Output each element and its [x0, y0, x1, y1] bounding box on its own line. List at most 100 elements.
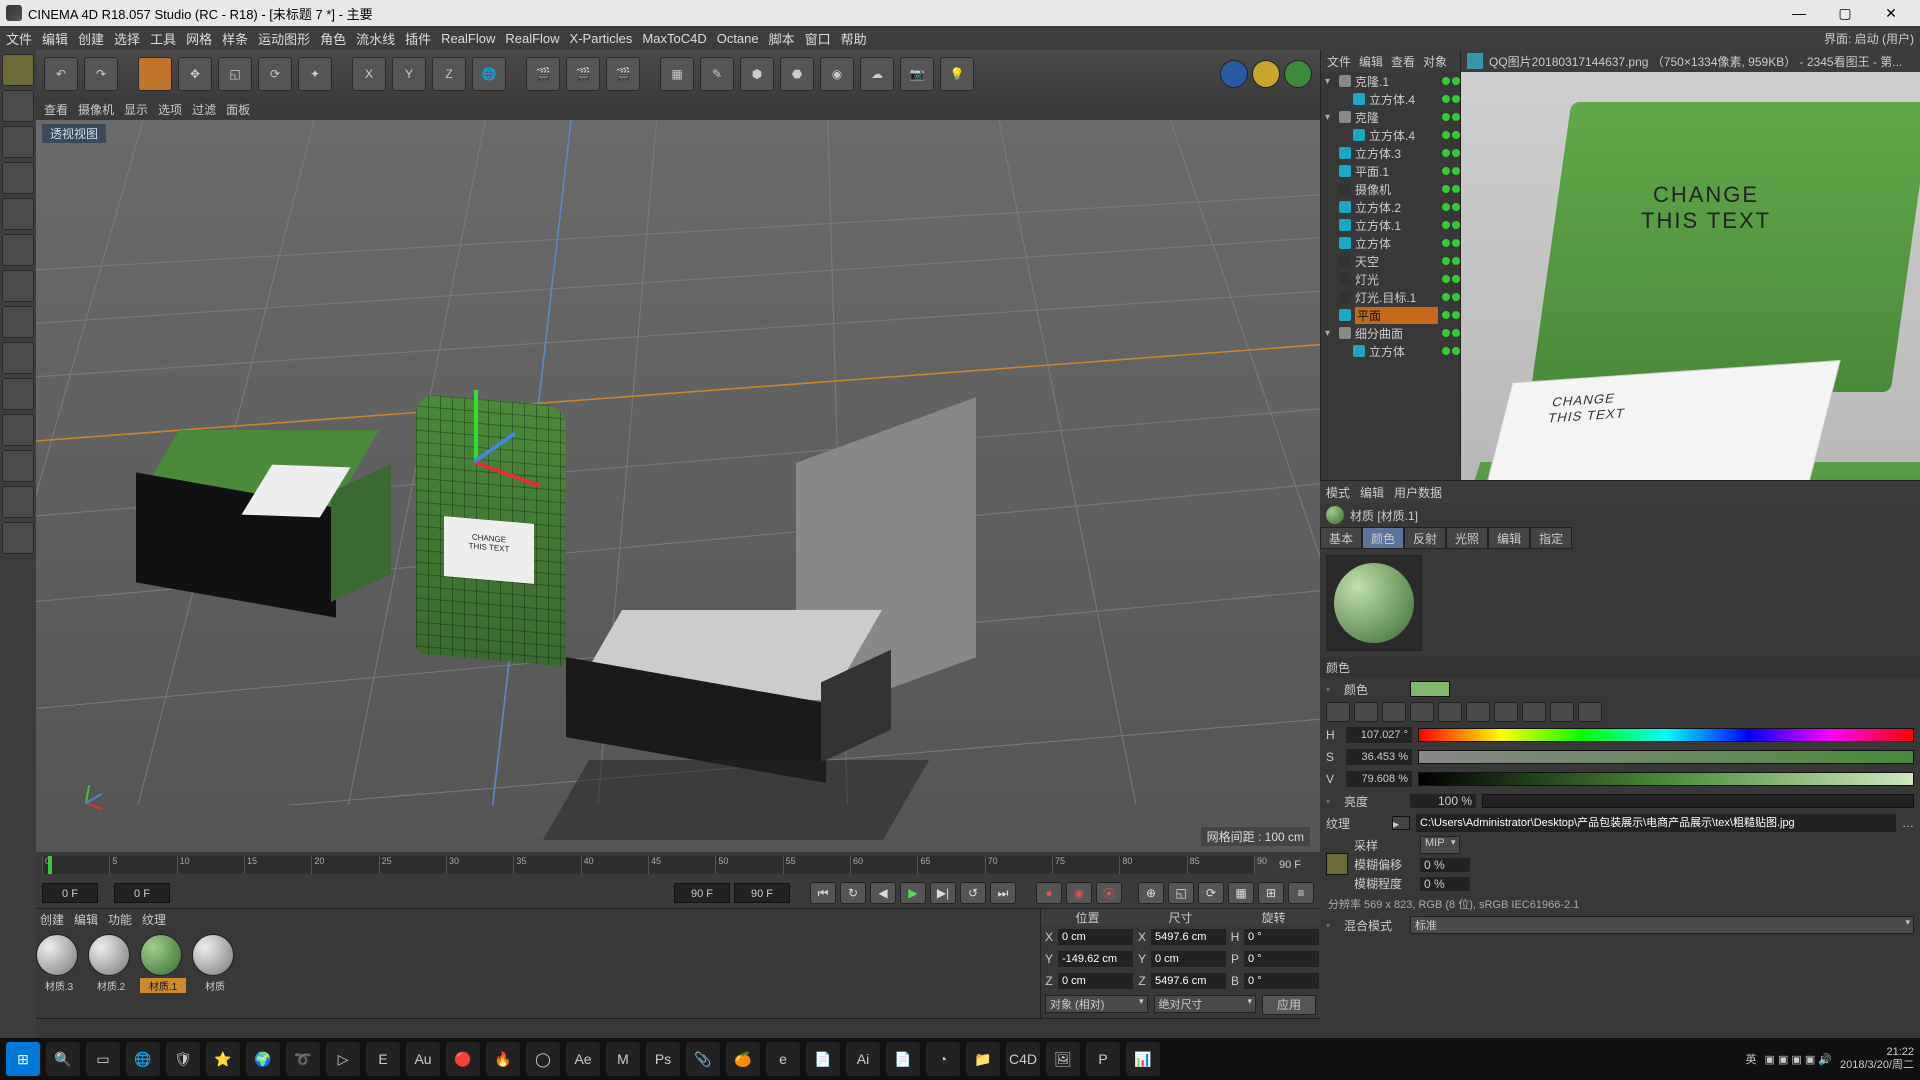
coord-size-field[interactable]: 0 cm: [1151, 951, 1226, 967]
coord-sizemode-select[interactable]: 绝对尺寸: [1154, 995, 1257, 1013]
tree-item[interactable]: 灯光.目标.1: [1321, 288, 1460, 306]
attr-menu-userdata[interactable]: 用户数据: [1394, 484, 1442, 501]
key-param-icon[interactable]: ▦: [1228, 882, 1254, 904]
taskbar-app-13[interactable]: M: [606, 1042, 640, 1076]
menu-maxtoc4d[interactable]: MaxToC4D: [642, 31, 706, 46]
texture-arrow-icon[interactable]: ▸: [1392, 816, 1410, 830]
add-environment-icon[interactable]: ☁: [860, 57, 894, 91]
mixmode-select[interactable]: 标准: [1410, 916, 1914, 934]
color-mode-btn-7[interactable]: [1494, 702, 1518, 722]
key-pos-icon[interactable]: ⊕: [1138, 882, 1164, 904]
taskbar-app-18[interactable]: 📄: [806, 1042, 840, 1076]
play-button[interactable]: ▶: [900, 882, 926, 904]
tree-item[interactable]: 立方体.4: [1321, 126, 1460, 144]
taskbar-app-8[interactable]: Au: [406, 1042, 440, 1076]
tool-polygons[interactable]: [2, 270, 34, 302]
coord-mode-select[interactable]: 对象 (相对): [1045, 995, 1148, 1013]
hier-menu-obj[interactable]: 对象: [1423, 53, 1447, 70]
taskbar-app-19[interactable]: Ai: [846, 1042, 880, 1076]
taskbar-app-3[interactable]: ⭐: [206, 1042, 240, 1076]
taskbar-app-23[interactable]: C4D: [1006, 1042, 1040, 1076]
key-pla-icon[interactable]: ⊞: [1258, 882, 1284, 904]
color-mode-btn-10[interactable]: [1578, 702, 1602, 722]
bluroffset-field[interactable]: 0 %: [1420, 858, 1470, 872]
taskbar-app-9[interactable]: 🔴: [446, 1042, 480, 1076]
color-mode-btn-3[interactable]: [1382, 702, 1406, 722]
add-cube-icon[interactable]: ▦: [660, 57, 694, 91]
color-mode-btn-6[interactable]: [1466, 702, 1490, 722]
timeline[interactable]: 051015202530354045505560657075808590 90 …: [36, 852, 1320, 878]
attr-tab[interactable]: 基本: [1320, 527, 1362, 549]
sat-slider[interactable]: [1418, 750, 1914, 764]
taskbar-app-22[interactable]: 📁: [966, 1042, 1000, 1076]
taskbar-app-15[interactable]: 📎: [686, 1042, 720, 1076]
material-thumb[interactable]: 材质: [192, 934, 238, 993]
render-view-icon[interactable]: 🎬: [526, 57, 560, 91]
attr-tab[interactable]: 编辑: [1488, 527, 1530, 549]
menu-spline[interactable]: 样条: [222, 29, 248, 48]
move-tool-icon[interactable]: ✥: [178, 57, 212, 91]
brightness-field[interactable]: 100 %: [1410, 794, 1476, 808]
menu-mesh[interactable]: 网格: [186, 29, 212, 48]
color-mode-btn-8[interactable]: [1522, 702, 1546, 722]
tool-axis[interactable]: [2, 306, 34, 338]
taskbar-app-4[interactable]: 🌍: [246, 1042, 280, 1076]
taskbar-app-20[interactable]: 📄: [886, 1042, 920, 1076]
coord-rot-field[interactable]: 0 °: [1244, 929, 1319, 945]
tree-item[interactable]: 立方体.3: [1321, 144, 1460, 162]
lock-z-icon[interactable]: Z: [432, 57, 466, 91]
taskbar-app-2[interactable]: 🛡: [166, 1042, 200, 1076]
lock-y-icon[interactable]: Y: [392, 57, 426, 91]
color-mode-btn-1[interactable]: [1326, 702, 1350, 722]
goto-start-button[interactable]: ⏮: [810, 882, 836, 904]
attr-menu-mode[interactable]: 模式: [1326, 484, 1350, 501]
tool-texture[interactable]: [2, 126, 34, 158]
tool-points[interactable]: [2, 198, 34, 230]
goto-key-prev-button[interactable]: ↻: [840, 882, 866, 904]
goto-end-button[interactable]: ⏭: [990, 882, 1016, 904]
tree-item[interactable]: 平面.1: [1321, 162, 1460, 180]
tool-edges[interactable]: [2, 234, 34, 266]
tool-uvpoint[interactable]: [2, 378, 34, 410]
add-mograph-icon[interactable]: ⬣: [780, 57, 814, 91]
hier-menu-view[interactable]: 查看: [1391, 53, 1415, 70]
coord-pos-field[interactable]: 0 cm: [1058, 973, 1133, 989]
key-scale-icon[interactable]: ◱: [1168, 882, 1194, 904]
color-mode-btn-2[interactable]: [1354, 702, 1378, 722]
tree-item[interactable]: 天空: [1321, 252, 1460, 270]
color-mode-btn-9[interactable]: [1550, 702, 1574, 722]
viewmenu-options[interactable]: 选项: [158, 101, 182, 118]
taskbar-app-17[interactable]: e: [766, 1042, 800, 1076]
tree-item[interactable]: 立方体: [1321, 342, 1460, 360]
tree-item[interactable]: 平面: [1321, 306, 1460, 324]
tool-uvpoly[interactable]: [2, 342, 34, 374]
tool-workplane[interactable]: [2, 162, 34, 194]
coord-pos-field[interactable]: 0 cm: [1058, 929, 1133, 945]
texture-thumb[interactable]: [1326, 853, 1348, 875]
tree-item[interactable]: 立方体.1: [1321, 216, 1460, 234]
tree-item[interactable]: 摄像机: [1321, 180, 1460, 198]
rotate-tool-icon[interactable]: ⟳: [258, 57, 292, 91]
blurscale-field[interactable]: 0 %: [1420, 877, 1470, 891]
menu-window[interactable]: 窗口: [805, 29, 831, 48]
tree-item[interactable]: ▾细分曲面: [1321, 324, 1460, 342]
viewport[interactable]: 透视视图 CHANGETHIS TEXT 网格间距 : 100 cm: [36, 120, 1320, 852]
frame-start-field[interactable]: 0 F: [114, 883, 170, 903]
attr-tab[interactable]: 光照: [1446, 527, 1488, 549]
add-deformer-icon[interactable]: ◉: [820, 57, 854, 91]
coord-size-field[interactable]: 5497.6 cm: [1151, 973, 1226, 989]
tree-item[interactable]: 灯光: [1321, 270, 1460, 288]
menu-pipeline[interactable]: 流水线: [356, 29, 395, 48]
taskbar-app-14[interactable]: Ps: [646, 1042, 680, 1076]
matmenu-texture[interactable]: 纹理: [142, 911, 166, 928]
render-settings-icon[interactable]: 🎬: [606, 57, 640, 91]
xp-system-icon[interactable]: [1220, 60, 1248, 88]
material-preview[interactable]: [1326, 555, 1422, 651]
taskbar-app-5[interactable]: ➰: [286, 1042, 320, 1076]
hsv-v-field[interactable]: 79.608 %: [1346, 771, 1412, 787]
brightness-slider[interactable]: [1482, 794, 1914, 808]
hsv-h-field[interactable]: 107.027 °: [1346, 727, 1412, 743]
menu-file[interactable]: 文件: [6, 29, 32, 48]
matmenu-create[interactable]: 创建: [40, 911, 64, 928]
taskbar-app-21[interactable]: ◔: [926, 1042, 960, 1076]
